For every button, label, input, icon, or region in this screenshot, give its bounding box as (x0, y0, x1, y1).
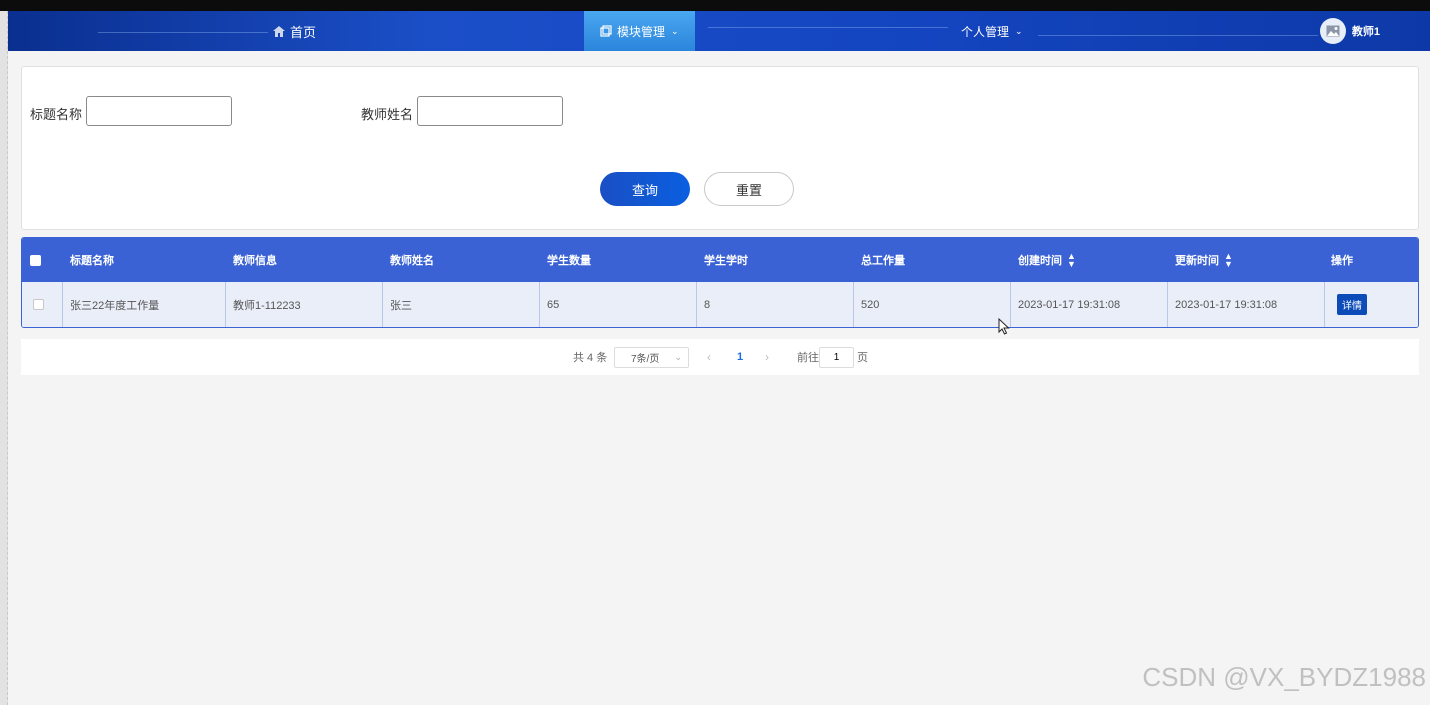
page-suffix: 页 (857, 352, 868, 364)
search-panel: 标题名称 教师姓名 查询 重置 (21, 66, 1419, 230)
page-size-select[interactable]: 7条/页 ⌄ (614, 346, 689, 368)
column-header-label: 创建时间 (1018, 255, 1062, 267)
cell-title: 张三22年度工作量 (62, 282, 225, 327)
select-all-checkbox[interactable] (30, 254, 41, 266)
nav-decoration-line (98, 32, 268, 33)
nav-home[interactable]: 首页 (273, 11, 316, 51)
page-number-current[interactable]: 1 (737, 351, 743, 363)
table-header: 标题名称 教师信息 教师姓名 学生数量 学生学时 总工作量 创建时间 ▲ ▼ 更新… (22, 238, 1418, 282)
data-table: 标题名称 教师信息 教师姓名 学生数量 学生学时 总工作量 创建时间 ▲ ▼ 更新… (21, 237, 1419, 328)
next-page-icon[interactable]: › (765, 350, 769, 364)
table-row: 张三22年度工作量 教师1-112233 张三 65 8 520 2023-01… (22, 282, 1418, 327)
reset-button[interactable]: 重置 (704, 172, 794, 206)
pagination: 共 4 条 7条/页 ⌄ ‹ 1 › 前往 页 (21, 339, 1419, 375)
chevron-down-icon: ⌄ (674, 351, 682, 362)
title-name-label: 标题名称 (30, 107, 83, 122)
mouse-cursor-icon (998, 318, 1010, 335)
watermark: CSDN @VX_BYDZ1988 (1142, 662, 1426, 692)
nav-module-management[interactable]: 模块管理 ⌄ (584, 11, 695, 51)
column-header: 操作 (1331, 255, 1353, 267)
column-header: 总工作量 (861, 255, 905, 267)
select-all-checkbox-cell[interactable] (30, 238, 41, 282)
cell-created-time: 2023-01-17 19:31:08 (1010, 282, 1167, 327)
cell-teacher-info: 教师1-112233 (225, 282, 382, 327)
nav-decoration-line (1038, 35, 1318, 36)
prev-page-icon[interactable]: ‹ (707, 350, 711, 364)
cell-teacher-name: 张三 (382, 282, 539, 327)
copy-icon (600, 25, 612, 37)
goto-label: 前往 (797, 352, 819, 364)
user-name: 教师1 (1351, 26, 1380, 38)
title-name-input[interactable] (86, 96, 232, 126)
row-checkbox-cell[interactable] (22, 282, 62, 327)
user-menu[interactable]: 教师1 (1319, 11, 1380, 51)
teacher-name-label: 教师姓名 (361, 107, 414, 122)
cell-updated-time: 2023-01-17 19:31:08 (1167, 282, 1324, 327)
nav-decoration-line (708, 27, 948, 28)
cell-student-hours: 8 (696, 282, 853, 327)
chevron-down-icon: ⌄ (671, 25, 679, 36)
column-header-sortable[interactable]: 创建时间 ▲ ▼ (1018, 238, 1076, 282)
top-navbar: 首页 模块管理 ⌄ 个人管理 ⌄ 教师1 (8, 11, 1430, 51)
column-header: 教师姓名 (390, 255, 434, 267)
column-header-sortable[interactable]: 更新时间 ▲ ▼ (1175, 238, 1233, 282)
chevron-down-icon: ⌄ (1015, 25, 1023, 36)
cell-action: 详情 (1324, 282, 1418, 327)
home-icon (273, 25, 285, 37)
column-header: 学生学时 (704, 255, 748, 267)
column-header-label: 更新时间 (1175, 255, 1219, 267)
goto-page-input[interactable] (819, 346, 854, 368)
avatar[interactable] (1319, 18, 1346, 44)
nav-personal-label: 个人管理 (961, 24, 1010, 39)
column-header: 教师信息 (233, 255, 277, 267)
column-header: 标题名称 (70, 255, 114, 267)
cell-student-count: 65 (539, 282, 696, 327)
sort-icon[interactable]: ▲ ▼ (1224, 252, 1233, 269)
teacher-name-input[interactable] (417, 96, 563, 126)
query-button[interactable]: 查询 (600, 172, 690, 206)
cell-total-workload: 520 (853, 282, 1010, 327)
page-size-value: 7条/页 (631, 353, 660, 365)
row-checkbox[interactable] (33, 299, 44, 310)
window-top-strip (0, 0, 1430, 11)
nav-personal-management[interactable]: 个人管理 ⌄ (961, 11, 1023, 51)
image-icon (1326, 25, 1340, 37)
left-edge (0, 11, 8, 705)
detail-button[interactable]: 详情 (1337, 294, 1367, 315)
sort-icon[interactable]: ▲ ▼ (1067, 252, 1076, 269)
pagination-total: 共 4 条 (573, 352, 608, 364)
column-header: 学生数量 (547, 255, 591, 267)
nav-module-label: 模块管理 (617, 24, 666, 39)
nav-home-label: 首页 (290, 24, 317, 40)
